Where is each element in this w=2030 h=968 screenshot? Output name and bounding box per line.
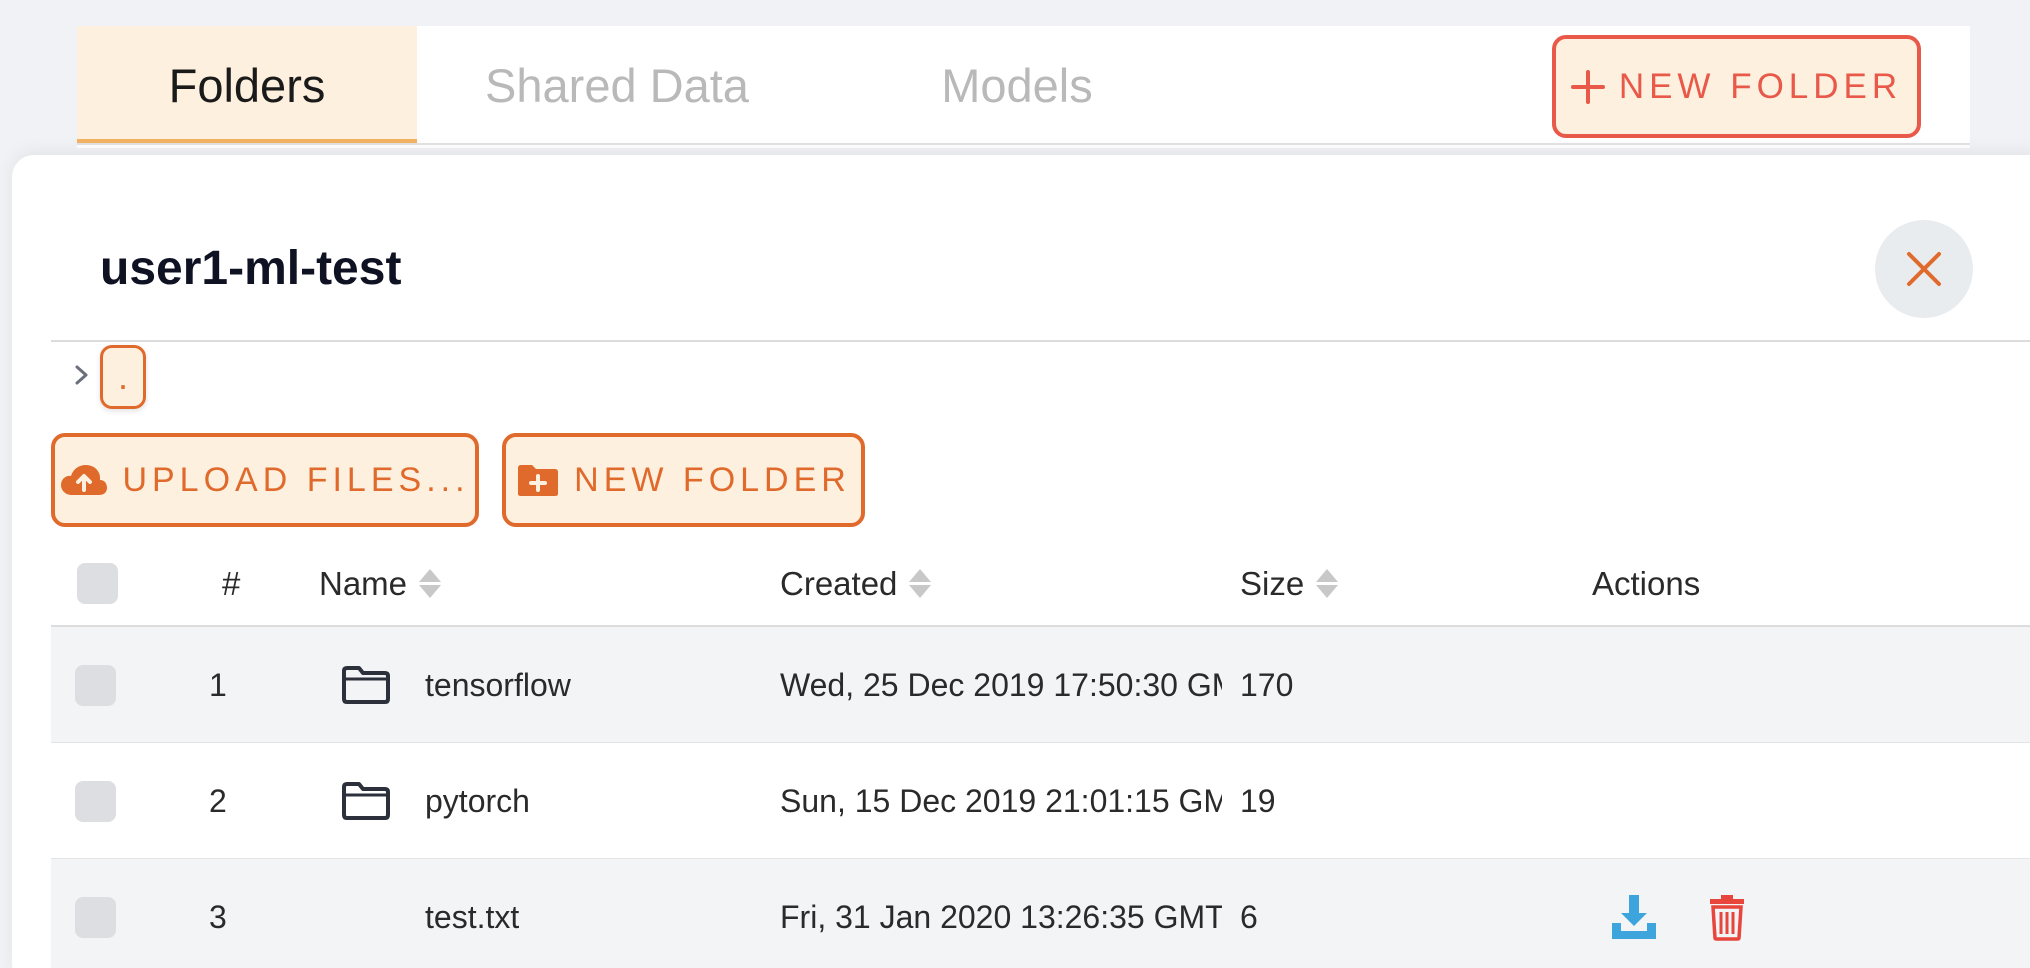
breadcrumb-root[interactable]: .: [100, 345, 146, 409]
row-name[interactable]: tensorflow: [425, 627, 571, 743]
header-created[interactable]: Created: [780, 540, 932, 627]
row-name[interactable]: test.txt: [425, 859, 519, 968]
folder-explorer-modal: user1-ml-test . UPLOAD FILES... NEW FOLD…: [12, 155, 2030, 968]
row-size: 6: [1240, 898, 1258, 935]
row-number: 1: [209, 666, 227, 703]
modal-title: user1-ml-test: [100, 242, 402, 295]
row-created: Wed, 25 Dec 2019 17:50:30 GMT: [780, 666, 1222, 703]
sort-icon: [909, 569, 932, 598]
table-row[interactable]: 3 test.txt Fri, 31 Jan 2020 13:26:35 GMT…: [51, 859, 2030, 968]
sort-icon: [1316, 569, 1339, 598]
header-size[interactable]: Size: [1240, 540, 1339, 627]
new-folder-button[interactable]: NEW FOLDER: [502, 433, 865, 527]
header-created-label: Created: [780, 564, 898, 602]
title-divider: [51, 340, 2030, 342]
cloud-upload-icon: [61, 465, 108, 495]
upload-files-button[interactable]: UPLOAD FILES...: [51, 433, 479, 527]
select-all-checkbox[interactable]: [77, 563, 118, 604]
folder-icon: [341, 627, 391, 743]
folder-icon: [341, 743, 391, 859]
row-size: 170: [1240, 666, 1294, 703]
close-button[interactable]: [1875, 220, 1973, 318]
download-icon[interactable]: [1610, 893, 1658, 941]
row-number: 3: [209, 898, 227, 935]
row-created: Fri, 31 Jan 2020 13:26:35 GMT: [780, 898, 1222, 935]
table-row[interactable]: 1 tensorflow Wed, 25 Dec 2019 17:50:30 G…: [51, 627, 2030, 743]
row-checkbox[interactable]: [75, 780, 116, 822]
header-num: #: [222, 564, 241, 602]
row-select-cell: [75, 859, 116, 968]
select-all-cell: [77, 540, 118, 627]
table-row[interactable]: 2 pytorch Sun, 15 Dec 2019 21:01:15 GMT …: [51, 743, 2030, 859]
upload-files-label: UPLOAD FILES...: [122, 460, 470, 499]
row-select-cell: [75, 743, 116, 859]
row-select-cell: [75, 627, 116, 743]
row-checkbox[interactable]: [75, 664, 116, 706]
row-created: Sun, 15 Dec 2019 21:01:15 GMT: [780, 782, 1222, 819]
folder-plus-icon: [518, 465, 559, 496]
trash-icon[interactable]: [1708, 893, 1746, 941]
new-folder-top-label: NEW FOLDER: [1618, 66, 1903, 106]
new-folder-top-button[interactable]: NEW FOLDER: [1552, 35, 1921, 138]
breadcrumb-toggle[interactable]: [62, 355, 102, 395]
files-table: # Name Created Size Actions 1 tensorflow…: [51, 540, 2030, 968]
row-name[interactable]: pytorch: [425, 743, 530, 859]
tab-shared-data[interactable]: Shared Data: [417, 26, 817, 144]
row-checkbox[interactable]: [75, 896, 116, 938]
chevron-right-icon: [75, 365, 88, 385]
tab-models[interactable]: Models: [817, 26, 1217, 144]
sort-icon: [419, 569, 442, 598]
tab-folders[interactable]: Folders: [77, 26, 417, 144]
table-header: # Name Created Size Actions: [51, 540, 2030, 627]
new-folder-label: NEW FOLDER: [574, 460, 851, 499]
row-actions: [1610, 859, 1746, 968]
header-size-label: Size: [1240, 564, 1305, 602]
page: Folders Shared Data Models NEW FOLDER us…: [0, 0, 2030, 968]
row-number: 2: [209, 782, 227, 819]
tab-bar-divider: [77, 143, 1970, 145]
header-name[interactable]: Name: [319, 540, 442, 627]
plus-icon: [1570, 69, 1605, 104]
header-name-label: Name: [319, 564, 408, 602]
row-size: 19: [1240, 782, 1276, 819]
close-icon: [1907, 252, 1941, 286]
header-actions: Actions: [1592, 564, 1701, 602]
